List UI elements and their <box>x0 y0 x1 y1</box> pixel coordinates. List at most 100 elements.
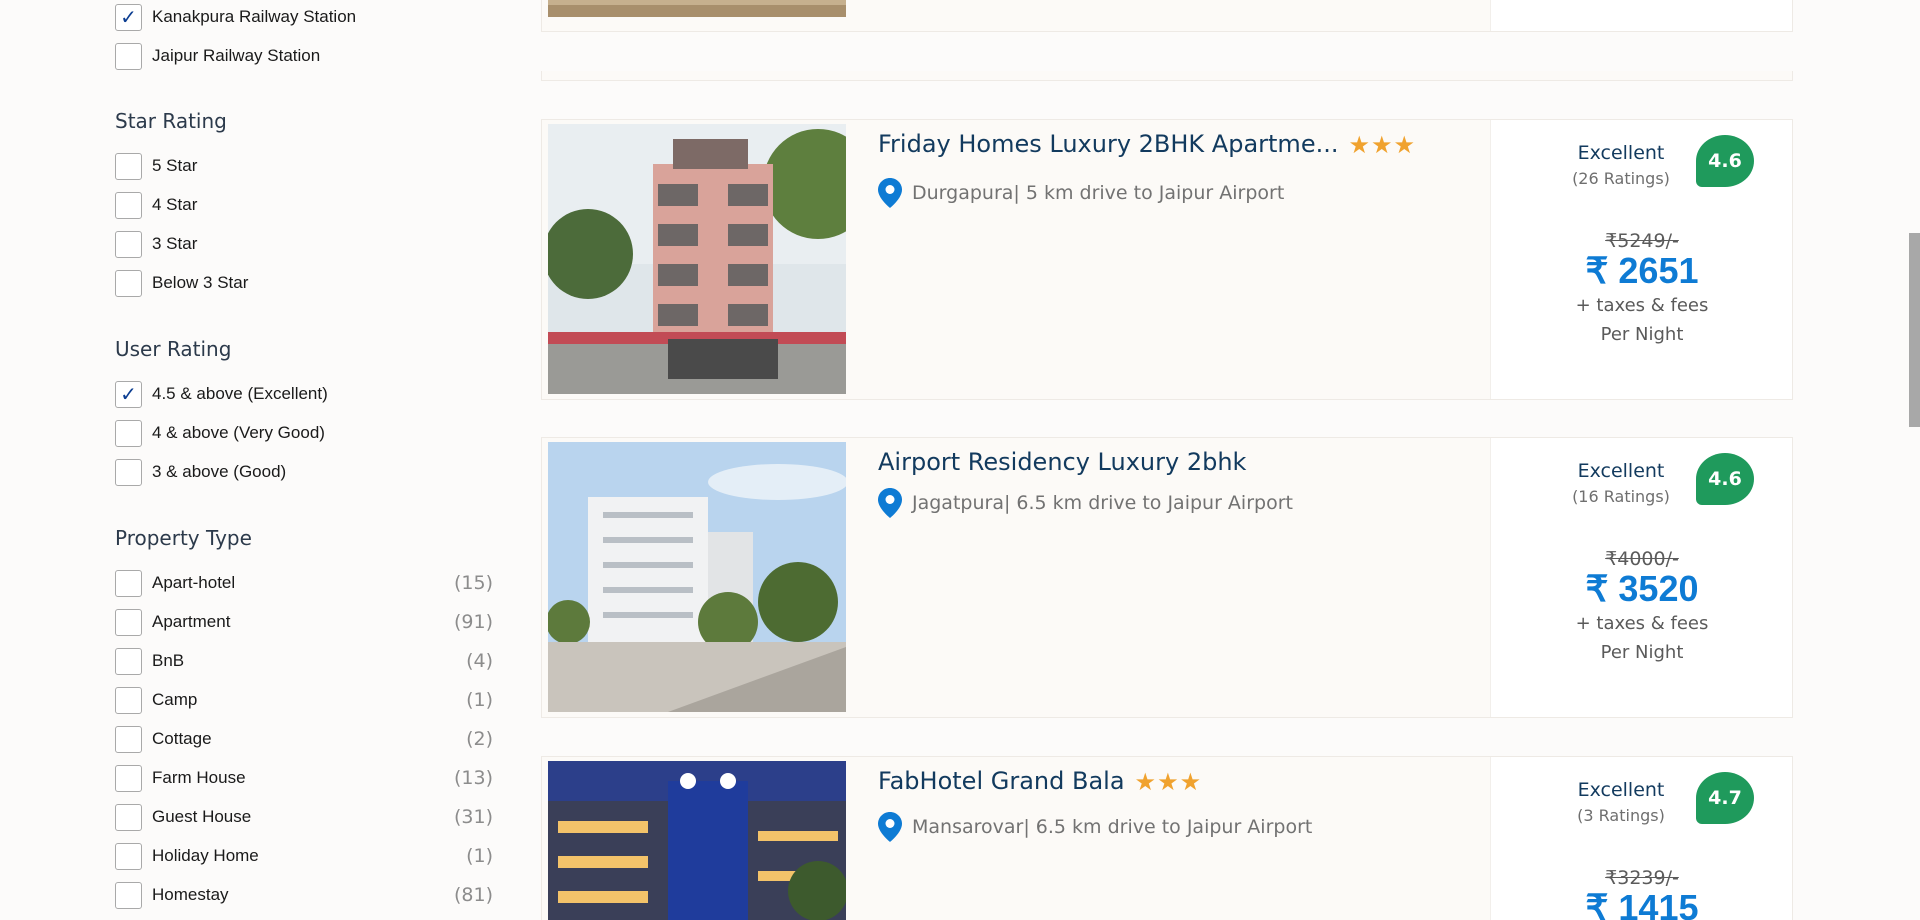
checkbox[interactable]: ✓ <box>115 608 142 636</box>
filter-4-star[interactable]: ✓ 4 Star <box>115 191 495 219</box>
star-rating: ★ ★ ★ <box>1348 133 1416 157</box>
filter-count: (81) <box>453 884 493 906</box>
hotel-card-previous[interactable] <box>541 0 1793 32</box>
filter-label: Jaipur Railway Station <box>152 46 321 65</box>
location-text: Jagatpura| 6.5 km drive to Jaipur Airpor… <box>912 492 1293 514</box>
user-rating-title: User Rating <box>115 337 232 361</box>
filter-label: Below 3 Star <box>152 273 249 292</box>
checkbox[interactable]: ✓ <box>115 230 142 258</box>
checkbox[interactable]: ✓ <box>115 803 142 831</box>
checkbox[interactable]: ✓ <box>115 725 142 753</box>
checkbox[interactable]: ✓ <box>115 419 142 447</box>
discounted-price: ₹ 3520 <box>1585 568 1699 609</box>
filter-farm-house[interactable]: ✓ Farm House (13) <box>115 764 495 792</box>
filter-count: (91) <box>453 611 493 633</box>
checkbox[interactable]: ✓ <box>115 380 142 408</box>
rating-count: (26 Ratings) <box>1572 169 1670 188</box>
rating-count: (3 Ratings) <box>1577 806 1665 825</box>
per-night-note: Per Night <box>1600 324 1684 345</box>
checkbox[interactable]: ✓ <box>115 152 142 180</box>
filter-label: BnB <box>152 651 185 670</box>
star-icon: ★ <box>1393 131 1416 159</box>
rating-summary: Excellent (3 Ratings) <box>1551 779 1691 825</box>
price-panel: Excellent (26 Ratings) 4.6 ₹5249/- ₹ 265… <box>1490 120 1792 399</box>
hotel-name[interactable]: FabHotel Grand Bala ★ ★ ★ <box>878 767 1202 795</box>
hotel-photo-image <box>548 442 846 712</box>
hotel-photo[interactable] <box>548 0 846 17</box>
filter-label: Guest House <box>152 807 252 826</box>
taxes-note: + taxes & fees <box>1575 295 1709 316</box>
star-rating-title: Star Rating <box>115 109 227 133</box>
checkbox[interactable]: ✓ <box>115 842 142 870</box>
filter-apartment[interactable]: ✓ Apartment (91) <box>115 608 495 636</box>
map-pin-icon <box>878 488 902 518</box>
star-icon: ★ <box>1370 131 1393 159</box>
filter-jaipur-railway-station[interactable]: ✓ Jaipur Railway Station <box>115 42 495 70</box>
page-scrollbar-thumb[interactable] <box>1909 233 1920 427</box>
filter-count: (1) <box>466 845 493 867</box>
hotel-name-text[interactable]: Friday Homes Luxury 2BHK Apartme... <box>878 130 1338 158</box>
original-price: ₹5249/- <box>1605 230 1679 252</box>
filter-4-above[interactable]: ✓ 4 & above (Very Good) <box>115 419 495 447</box>
hotel-photo[interactable] <box>548 761 846 920</box>
checkbox[interactable]: ✓ <box>115 269 142 297</box>
filter-bnb[interactable]: ✓ BnB (4) <box>115 647 495 675</box>
rating-summary: Excellent (16 Ratings) <box>1551 460 1691 506</box>
filter-3-above[interactable]: ✓ 3 & above (Good) <box>115 458 495 486</box>
hotel-photo[interactable] <box>548 124 846 394</box>
filter-apart-hotel[interactable]: ✓ Apart-hotel (15) <box>115 569 495 597</box>
filter-kanakpura-railway-station[interactable]: ✓ Kanakpura Railway Station <box>115 3 495 31</box>
filter-label: Kanakpura Railway Station <box>152 7 357 26</box>
checkbox[interactable]: ✓ <box>115 647 142 675</box>
filter-5-star[interactable]: ✓ 5 Star <box>115 152 495 180</box>
hotel-name-text[interactable]: Airport Residency Luxury 2bhk <box>878 448 1246 476</box>
checkbox[interactable]: ✓ <box>115 3 142 31</box>
checkbox[interactable]: ✓ <box>115 458 142 486</box>
divider <box>541 71 1793 81</box>
filter-cottage[interactable]: ✓ Cottage (2) <box>115 725 495 753</box>
original-price: ₹3239/- <box>1605 867 1679 889</box>
filter-label: 4 Star <box>152 195 198 214</box>
price-panel: Excellent (16 Ratings) 4.6 ₹4000/- ₹ 352… <box>1490 438 1792 717</box>
filter-count: (4) <box>466 650 493 672</box>
filter-count: (1) <box>466 689 493 711</box>
hotel-location: Mansarovar| 6.5 km drive to Jaipur Airpo… <box>878 812 1312 842</box>
hotel-card[interactable]: Friday Homes Luxury 2BHK Apartme... ★ ★ ★ D… <box>541 119 1793 400</box>
rating-label: Excellent <box>1577 460 1665 482</box>
filter-homestay[interactable]: ✓ Homestay (81) <box>115 881 495 909</box>
filter-label: 4.5 & above (Excellent) <box>152 384 328 403</box>
filter-4-5-above[interactable]: ✓ 4.5 & above (Excellent) <box>115 380 495 408</box>
star-icon: ★ <box>1134 768 1157 796</box>
location-text: Durgapura| 5 km drive to Jaipur Airport <box>912 182 1285 204</box>
filter-label: Holiday Home <box>152 846 259 865</box>
rating-summary: Excellent (26 Ratings) <box>1551 142 1691 188</box>
hotel-card[interactable]: Airport Residency Luxury 2bhk Jagatpura|… <box>541 437 1793 718</box>
hotel-card[interactable]: FabHotel Grand Bala ★ ★ ★ Mansarovar| 6.5 k… <box>541 756 1793 920</box>
filter-label: Apartment <box>152 612 231 631</box>
checkbox[interactable]: ✓ <box>115 569 142 597</box>
hotel-name[interactable]: Airport Residency Luxury 2bhk <box>878 448 1246 476</box>
checkbox[interactable]: ✓ <box>115 881 142 909</box>
hotel-photo[interactable] <box>548 442 846 712</box>
star-icon: ★ <box>1157 768 1179 796</box>
filter-guest-house[interactable]: ✓ Guest House (31) <box>115 803 495 831</box>
filter-count: (31) <box>453 806 493 828</box>
filter-below-3-star[interactable]: ✓ Below 3 Star <box>115 269 495 297</box>
star-icon: ★ <box>1348 131 1370 159</box>
hotel-location: Jagatpura| 6.5 km drive to Jaipur Airpor… <box>878 488 1293 518</box>
location-text: Mansarovar| 6.5 km drive to Jaipur Airpo… <box>912 816 1313 838</box>
filter-label: Camp <box>152 690 198 709</box>
hotel-name-text[interactable]: FabHotel Grand Bala <box>878 767 1125 795</box>
checkbox[interactable]: ✓ <box>115 764 142 792</box>
map-pin-icon <box>878 812 902 842</box>
checkbox[interactable]: ✓ <box>115 42 142 70</box>
filter-camp[interactable]: ✓ Camp (1) <box>115 686 495 714</box>
checkbox[interactable]: ✓ <box>115 191 142 219</box>
filter-3-star[interactable]: ✓ 3 Star <box>115 230 495 258</box>
filter-label: 5 Star <box>152 156 198 175</box>
hotel-name[interactable]: Friday Homes Luxury 2BHK Apartme... ★ ★ ★ <box>878 130 1416 158</box>
rating-score-badge: 4.6 <box>1696 453 1754 505</box>
checkbox[interactable]: ✓ <box>115 686 142 714</box>
map-pin-icon <box>878 178 902 208</box>
filter-holiday-home[interactable]: ✓ Holiday Home (1) <box>115 842 495 870</box>
